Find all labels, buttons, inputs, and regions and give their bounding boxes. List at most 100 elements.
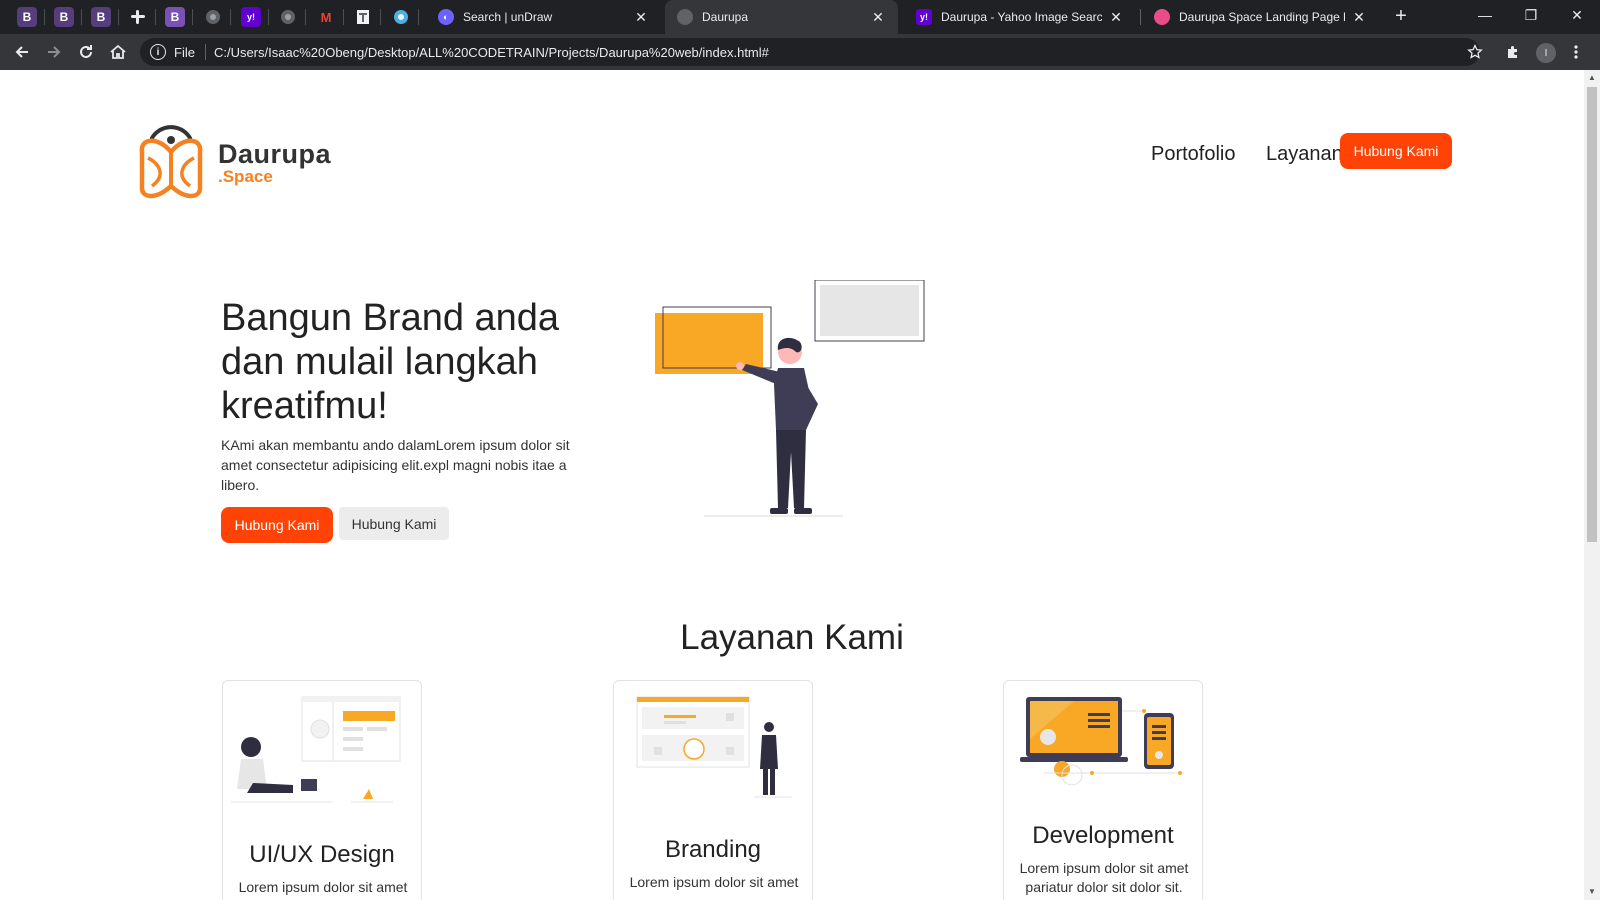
close-tab-icon[interactable]: ✕ [1351, 9, 1367, 26]
globe-icon [281, 10, 295, 24]
services-title: Layanan Kami [680, 618, 904, 657]
pinned-tab-docs[interactable] [353, 7, 373, 27]
tab-undraw[interactable]: ◐ Search | unDraw ✕ [426, 0, 661, 34]
forward-button[interactable] [41, 39, 67, 65]
service-card-development[interactable]: Development Lorem ipsum dolor sit amet p… [1003, 680, 1203, 900]
logo-subtitle: .Space [218, 167, 273, 186]
tab-title: Daurupa - Yahoo Image Search R [941, 10, 1102, 24]
card-title: Branding [664, 836, 762, 863]
pin-separator [118, 9, 119, 25]
pin-separator [44, 9, 45, 25]
tab-title: Daurupa [702, 10, 749, 24]
scroll-down-icon[interactable]: ▼ [1584, 884, 1600, 900]
pinned-tab-gmail[interactable]: M [316, 7, 336, 27]
undraw-icon: ◐ [438, 9, 454, 25]
site-logo[interactable]: Daurupa .Space [138, 124, 331, 202]
tab-title: Daurupa Space Landing Page by [1179, 10, 1345, 24]
reload-icon [80, 45, 92, 58]
hero-illustration [655, 280, 925, 517]
document-icon [357, 10, 369, 24]
scroll-up-icon[interactable]: ▲ [1584, 70, 1600, 86]
butterfly-logo-icon [139, 125, 203, 199]
development-illustration [1020, 697, 1184, 786]
scrollbar-thumb[interactable] [1587, 87, 1597, 542]
tab-daurupa[interactable]: Daurupa ✕ [665, 0, 898, 34]
address-bar[interactable]: i File C:/Users/Isaac%20Obeng/Desktop/AL… [140, 38, 1480, 66]
close-tab-icon[interactable]: ✕ [633, 9, 649, 26]
yahoo-icon: y! [916, 9, 932, 25]
globe-icon [206, 10, 220, 24]
pinned-tab-bootstrap[interactable]: B [165, 7, 185, 27]
puzzle-icon [1508, 46, 1517, 58]
nav-contact-button[interactable]: Hubung Kami [1340, 133, 1452, 169]
close-tab-icon[interactable]: ✕ [1108, 9, 1124, 26]
back-button[interactable] [9, 39, 35, 65]
pin-separator [305, 9, 306, 25]
dribbble-icon [1154, 9, 1170, 25]
new-tab-button[interactable]: + [1389, 5, 1413, 29]
pinned-tab-globe[interactable] [278, 7, 298, 27]
close-tab-icon[interactable]: ✕ [870, 9, 886, 26]
card-text: Lorem ipsum dolor sit amet [629, 874, 799, 890]
star-icon [1467, 44, 1483, 59]
hero-secondary-button[interactable]: Hubung Kami [339, 507, 449, 540]
service-card-branding[interactable]: Branding Lorem ipsum dolor sit amet [613, 680, 813, 900]
pin-separator [268, 9, 269, 25]
info-icon[interactable]: i [150, 44, 166, 60]
bookmark-star-button[interactable] [1462, 39, 1488, 65]
globe-icon [677, 9, 693, 25]
pin-separator [380, 9, 381, 25]
url-scheme: File [174, 44, 195, 60]
omnibox-separator [204, 44, 206, 60]
service-card-uiux[interactable]: UI/UX Design Lorem ipsum dolor sit amet [222, 680, 422, 900]
slack-icon [131, 10, 145, 24]
card-text: Lorem ipsum dolor sit amet pariatur dolo… [1019, 860, 1189, 895]
restore-icon[interactable]: ❐ [1508, 0, 1554, 30]
uiux-illustration [231, 696, 401, 803]
tab-dribbble[interactable]: Daurupa Space Landing Page by ✕ [1142, 0, 1379, 34]
browser-tabstrip: B B B B y! M ◐ Search | unDraw ✕ Daurupa… [0, 0, 1600, 34]
app-icon [394, 10, 408, 24]
url-text[interactable]: C:/Users/Isaac%20Obeng/Desktop/ALL%20COD… [214, 45, 769, 60]
web-page: Daurupa .Space Portofolio Layanan Hubung… [0, 70, 1584, 900]
arrow-left-icon [15, 46, 28, 58]
pin-separator [81, 9, 82, 25]
card-title: UI/UX Design [249, 841, 395, 868]
home-icon [110, 44, 126, 59]
nav-link-layanan[interactable]: Layanan [1266, 143, 1343, 166]
profile-avatar[interactable]: I [1536, 43, 1556, 63]
pin-separator [230, 9, 231, 25]
hero-title: Bangun Brand anda dan mulail langkah kre… [221, 297, 560, 427]
hero-contact-button[interactable]: Hubung Kami [221, 507, 333, 543]
kebab-menu-icon [1574, 45, 1578, 59]
card-title: Development [1032, 822, 1174, 849]
tab-title: Search | unDraw [463, 10, 553, 24]
close-window-icon[interactable]: ✕ [1554, 0, 1600, 30]
pin-separator [418, 9, 419, 25]
tab-divider [1140, 9, 1141, 25]
browser-toolbar: i File C:/Users/Isaac%20Obeng/Desktop/AL… [0, 34, 1600, 70]
menu-button[interactable] [1566, 39, 1586, 65]
pin-separator [155, 9, 156, 25]
arrow-right-icon [48, 46, 61, 58]
pin-separator [192, 9, 193, 25]
minimize-icon[interactable]: — [1462, 0, 1508, 30]
pinned-tab-app[interactable] [391, 7, 411, 27]
nav-link-portofolio[interactable]: Portofolio [1151, 143, 1236, 166]
pinned-tab-bootstrap[interactable]: B [91, 7, 111, 27]
logo-name: Daurupa [218, 139, 332, 169]
pinned-tab-globe[interactable] [203, 7, 223, 27]
page-scrollbar[interactable]: ▲ ▼ [1584, 70, 1600, 900]
pinned-tab-yahoo[interactable]: y! [241, 7, 261, 27]
pin-separator [343, 9, 344, 25]
pinned-tab-bootstrap[interactable]: B [17, 7, 37, 27]
home-button[interactable] [105, 39, 131, 65]
pinned-tab-bootstrap[interactable]: B [54, 7, 74, 27]
branding-illustration [636, 696, 792, 798]
tab-yahoo-image-search[interactable]: y! Daurupa - Yahoo Image Search R ✕ [904, 0, 1136, 34]
reload-button[interactable] [73, 39, 99, 65]
card-text: Lorem ipsum dolor sit amet [238, 879, 408, 895]
extensions-button[interactable] [1500, 39, 1526, 65]
hero-description: KAmi akan membantu ando dalamLorem ipsum… [221, 437, 570, 493]
pinned-tab-slack[interactable] [128, 7, 148, 27]
